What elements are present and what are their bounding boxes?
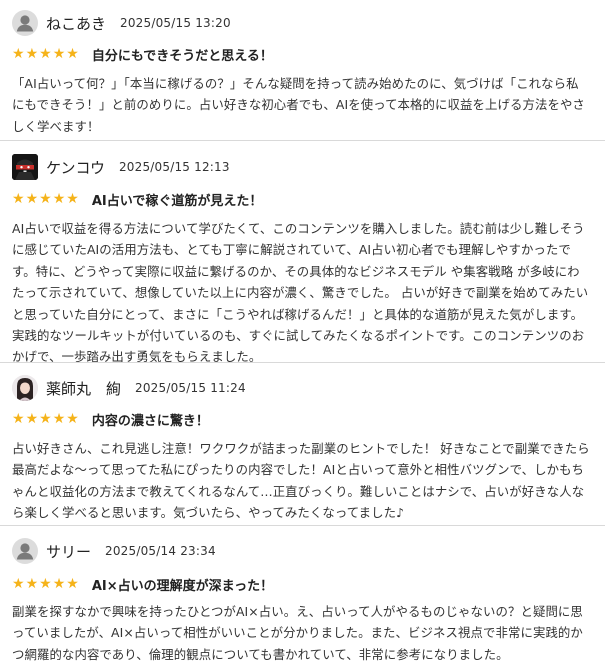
rating-row: ★ ★ ★ ★ ★ AI×占いの理解度が深まった！: [12, 575, 274, 594]
star-icon: ★: [12, 46, 25, 62]
user-avatar-photo-icon[interactable]: [12, 375, 38, 401]
review-body: 占い好きさん、これ見逃し注意！ワクワクが詰まった副業のヒントでした！ 好きなこと…: [12, 441, 590, 521]
star-icon: ★: [52, 411, 66, 427]
star-icon: ★: [52, 46, 66, 62]
review-date: 2025/05/15 11:24: [135, 381, 246, 395]
review-title: 内容の濃さに驚き！: [91, 413, 209, 429]
user-name[interactable]: ケンコウ: [46, 157, 105, 178]
star-icon: ★: [25, 46, 39, 62]
star-icon: ★: [39, 411, 52, 427]
user-name[interactable]: 薬師丸 絢: [46, 378, 121, 399]
star-icon: ★: [52, 191, 66, 207]
star-icon: ★: [39, 191, 52, 207]
review-header: サリー 2025/05/14 23:34: [12, 538, 216, 564]
user-name[interactable]: ねこあき: [46, 13, 106, 34]
star-icon: ★: [66, 46, 79, 62]
star-rating: ★ ★ ★ ★ ★: [12, 412, 80, 426]
review-title: 自分にもできそうだと思える！: [91, 48, 273, 64]
star-icon: ★: [25, 191, 39, 207]
review-header: ケンコウ 2025/05/15 12:13: [12, 154, 230, 180]
star-icon: ★: [39, 46, 52, 62]
star-icon: ★: [25, 576, 39, 592]
user-avatar-default-icon[interactable]: [12, 538, 38, 564]
star-icon: ★: [66, 576, 79, 592]
star-icon: ★: [12, 411, 25, 427]
review-body: AI占いで収益を得る方法について学びたくて、このコンテンツを購入しました。読む前…: [12, 221, 589, 365]
user-name[interactable]: サリー: [46, 541, 91, 562]
review-body: 「AI占いって何？」「本当に稼げるの？」そんな疑問を持って読み始めたのに、気づけ…: [12, 76, 585, 134]
divider: [0, 140, 605, 141]
star-icon: ★: [12, 576, 25, 592]
star-icon: ★: [66, 191, 79, 207]
review-body: 副業を探すなかで興味を持ったひとつがAI×占い。え、占いって人がやるものじゃない…: [12, 604, 583, 662]
review-list: ねこあき 2025/05/15 13:20 ★ ★ ★ ★ ★ 自分にもできそう…: [0, 0, 605, 670]
divider: [0, 362, 605, 363]
review-title: AI×占いの理解度が深まった！: [91, 578, 274, 594]
star-icon: ★: [39, 576, 52, 592]
review-date: 2025/05/14 23:34: [105, 544, 216, 558]
review-header: 薬師丸 絢 2025/05/15 11:24: [12, 375, 246, 401]
divider: [0, 525, 605, 526]
review-header: ねこあき 2025/05/15 13:20: [12, 10, 231, 36]
review-date: 2025/05/15 13:20: [120, 16, 231, 30]
star-rating: ★ ★ ★ ★ ★: [12, 577, 80, 591]
star-icon: ★: [66, 411, 79, 427]
user-avatar-ninja-icon[interactable]: [12, 154, 38, 180]
review-title: AI占いで稼ぐ道筋が見えた！: [91, 193, 263, 209]
star-icon: ★: [52, 576, 66, 592]
star-rating: ★ ★ ★ ★ ★: [12, 192, 80, 206]
rating-row: ★ ★ ★ ★ ★ 自分にもできそうだと思える！: [12, 45, 273, 64]
rating-row: ★ ★ ★ ★ ★ AI占いで稼ぐ道筋が見えた！: [12, 190, 263, 209]
user-avatar-default-icon[interactable]: [12, 10, 38, 36]
star-icon: ★: [12, 191, 25, 207]
review-date: 2025/05/15 12:13: [118, 160, 230, 174]
star-icon: ★: [25, 411, 39, 427]
rating-row: ★ ★ ★ ★ ★ 内容の濃さに驚き！: [12, 410, 209, 429]
star-rating: ★ ★ ★ ★ ★: [12, 47, 80, 61]
